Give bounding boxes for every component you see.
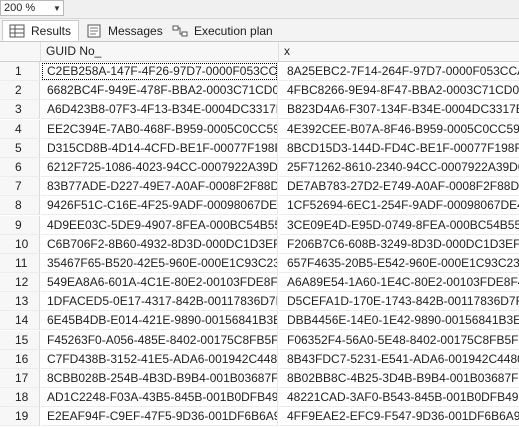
cell-guid[interactable]: A6D423B8-07F3-4F13-B34E-0004DC3317B7 <box>41 100 278 120</box>
cell-x[interactable]: 4E392CEE-B07A-8F46-B959-0005C0CC598D <box>279 120 519 139</box>
cell-x[interactable]: 8BCD15D3-144D-FD4C-BE1F-00077F198F0B <box>279 139 519 158</box>
row-number[interactable]: 17 <box>0 369 40 388</box>
table-row[interactable]: 1 C2EB258A-147F-4F26-97D7-0000F053CCA8 8A2… <box>0 62 519 81</box>
table-row[interactable]: 7 83B77ADE-D227-49E7-A0AF-0008F2F88DA1 DE7… <box>0 177 519 197</box>
cell-guid[interactable]: C7FD438B-3152-41E5-ADA6-001942C44803 <box>41 349 278 369</box>
row-number[interactable]: 19 <box>0 407 40 427</box>
table-row[interactable]: 18 AD1C2248-F03A-43B5-845B-001B0DFB4967 48… <box>0 388 519 408</box>
messages-icon <box>86 24 102 38</box>
row-number[interactable]: 12 <box>0 273 40 293</box>
cell-x[interactable]: F06352F4-56A0-5E48-8402-00175C8FB5FE <box>279 331 519 350</box>
row-number[interactable]: 1 <box>0 62 40 81</box>
results-grid: GUID No_ x 1 C2EB258A-147F-4F26-97D7-0000… <box>0 42 519 427</box>
row-number[interactable]: 5 <box>0 138 40 158</box>
table-row[interactable]: 5 D315CD8B-4D14-4CFD-BE1F-00077F198F0B 8BC… <box>0 138 519 158</box>
cell-x[interactable]: 48221CAD-3AF0-B543-845B-001B0DFB4967 <box>279 388 519 408</box>
execution-plan-icon <box>172 24 188 38</box>
column-header-guid[interactable]: GUID No_ <box>41 42 279 61</box>
table-row[interactable]: 9 4D9EE03C-5DE9-4907-8FEA-000BC54B555C 3CE… <box>0 215 519 235</box>
cell-x[interactable]: 3CE09E4D-E95D-0749-8FEA-000BC54B555C <box>279 216 519 235</box>
tab-results-label: Results <box>31 23 72 38</box>
table-row[interactable]: 3 A6D423B8-07F3-4F13-B34E-0004DC3317B7 B82… <box>0 100 519 120</box>
zoom-select[interactable]: 200 % ▼ <box>0 0 64 16</box>
grid-header: GUID No_ x <box>0 42 519 62</box>
results-grid-icon <box>9 24 25 38</box>
table-row[interactable]: 14 6E45B4DB-E014-421E-9890-00156841B3E3 DB… <box>0 311 519 331</box>
cell-x[interactable]: 657F4635-20B5-E542-960E-000E1C93C232 <box>279 254 519 273</box>
cell-x[interactable]: 25F71262-8610-2340-94CC-0007922A39D0 <box>279 158 519 177</box>
cell-x[interactable]: 8B43FDC7-5231-E541-ADA6-001942C44803 <box>279 350 519 369</box>
tab-messages[interactable]: Messages <box>80 20 166 41</box>
row-number[interactable]: 3 <box>0 100 40 120</box>
zoom-value: 200 % <box>4 2 36 14</box>
table-row[interactable]: 13 1DFACED5-0E17-4317-842B-00117836D7F8 D5… <box>0 292 519 312</box>
row-number[interactable]: 10 <box>0 234 40 254</box>
table-row[interactable]: 12 549EA8A6-601A-4C1E-80E2-00103FDE8F47 A6… <box>0 273 519 293</box>
cell-x[interactable]: DE7AB783-27D2-E749-A0AF-0008F2F88DA1 <box>279 177 519 197</box>
cell-guid[interactable]: 6212F725-1086-4023-94CC-0007922A39D0 <box>41 157 278 177</box>
row-number[interactable]: 13 <box>0 292 40 312</box>
row-number[interactable]: 11 <box>0 253 40 273</box>
cell-guid[interactable]: 83B77ADE-D227-49E7-A0AF-0008F2F88DA1 <box>41 177 278 197</box>
cell-guid[interactable]: 6E45B4DB-E014-421E-9890-00156841B3E3 <box>41 311 278 331</box>
cell-guid[interactable]: C2EB258A-147F-4F26-97D7-0000F053CCA8 <box>41 62 278 81</box>
table-row[interactable]: 8 9426F51C-C16E-4F25-9ADF-00098067DE45 1CF… <box>0 196 519 216</box>
row-number[interactable]: 9 <box>0 215 40 235</box>
cell-x[interactable]: 4FF9EAE2-EFC9-F547-9D36-001DF6B6A930 <box>279 407 519 427</box>
cell-x[interactable]: 8A25EBC2-7F14-264F-97D7-0000F053CCA8 <box>279 62 519 81</box>
row-number[interactable]: 8 <box>0 196 40 216</box>
table-row[interactable]: 19 E2EAF94F-C9EF-47F5-9D36-001DF6B6A930 4F… <box>0 407 519 427</box>
cell-guid[interactable]: C6B706F2-8B60-4932-8D3D-000DC1D3EF3E <box>41 234 278 254</box>
table-row[interactable]: 11 35467F65-B520-42E5-960E-000E1C93C232 65… <box>0 253 519 273</box>
cell-x[interactable]: A6A89E54-1A60-1E4C-80E2-00103FDE8F47 <box>279 273 519 293</box>
cell-x[interactable]: DBB4456E-14E0-1E42-9890-00156841B3E3 <box>279 311 519 331</box>
cell-guid[interactable]: D315CD8B-4D14-4CFD-BE1F-00077F198F0B <box>41 138 278 158</box>
table-row[interactable]: 16 C7FD438B-3152-41E5-ADA6-001942C44803 8B… <box>0 349 519 369</box>
tab-execution-plan-label: Execution plan <box>194 23 273 38</box>
row-number[interactable]: 15 <box>0 330 40 350</box>
table-row[interactable]: 4 EE2C394E-7AB0-468F-B959-0005C0CC598D 4E3… <box>0 119 519 139</box>
cell-guid[interactable]: 549EA8A6-601A-4C1E-80E2-00103FDE8F47 <box>41 273 278 293</box>
cell-x[interactable]: B823D4A6-F307-134F-B34E-0004DC3317B7 <box>279 100 519 120</box>
cell-x[interactable]: F206B7C6-608B-3249-8D3D-000DC1D3EF3E <box>279 235 519 254</box>
cell-guid[interactable]: 8CBB028B-254B-4B3D-B9B4-001B03687FB2 <box>41 369 278 388</box>
cell-guid[interactable]: 6682BC4F-949E-478F-BBA2-0003C71CD035 <box>41 81 278 101</box>
table-row[interactable]: 6 6212F725-1086-4023-94CC-0007922A39D0 25F… <box>0 157 519 177</box>
cell-guid[interactable]: EE2C394E-7AB0-468F-B959-0005C0CC598D <box>41 119 278 139</box>
cell-guid[interactable]: 35467F65-B520-42E5-960E-000E1C93C232 <box>41 253 278 273</box>
table-row[interactable]: 10 C6B706F2-8B60-4932-8D3D-000DC1D3EF3E F2… <box>0 234 519 254</box>
row-number[interactable]: 6 <box>0 157 40 177</box>
tab-messages-label: Messages <box>108 23 163 38</box>
cell-guid[interactable]: 1DFACED5-0E17-4317-842B-00117836D7F8 <box>41 292 278 312</box>
table-row[interactable]: 17 8CBB028B-254B-4B3D-B9B4-001B03687FB2 8B… <box>0 369 519 388</box>
column-header-x[interactable]: x <box>279 42 519 61</box>
zoom-toolbar: 200 % ▼ <box>0 0 519 19</box>
cell-x[interactable]: 4FBC8266-9E94-8F47-BBA2-0003C71CD035 <box>279 81 519 101</box>
row-number[interactable]: 4 <box>0 119 40 139</box>
grid-rows: 1 C2EB258A-147F-4F26-97D7-0000F053CCA8 8A2… <box>0 62 519 427</box>
cell-guid[interactable]: AD1C2248-F03A-43B5-845B-001B0DFB4967 <box>41 388 278 408</box>
table-row[interactable]: 2 6682BC4F-949E-478F-BBA2-0003C71CD035 4FB… <box>0 81 519 101</box>
row-number[interactable]: 2 <box>0 81 40 101</box>
row-number[interactable]: 18 <box>0 388 40 408</box>
cell-guid[interactable]: F45263F0-A056-485E-8402-00175C8FB5FE <box>41 330 278 350</box>
results-tabs: Results Messages Execution plan <box>0 19 519 42</box>
row-number[interactable]: 16 <box>0 349 40 369</box>
chevron-down-icon[interactable]: ▼ <box>51 4 63 13</box>
cell-guid[interactable]: E2EAF94F-C9EF-47F5-9D36-001DF6B6A930 <box>41 407 278 427</box>
tab-execution-plan[interactable]: Execution plan <box>166 20 276 41</box>
row-number[interactable]: 14 <box>0 311 40 331</box>
cell-guid[interactable]: 4D9EE03C-5DE9-4907-8FEA-000BC54B555C <box>41 215 278 235</box>
row-number[interactable]: 7 <box>0 177 40 197</box>
row-number-header[interactable] <box>0 42 41 61</box>
cell-x[interactable]: 8B02BB8C-4B25-3D4B-B9B4-001B03687FB2 <box>279 369 519 388</box>
cell-x[interactable]: 1CF52694-6EC1-254F-9ADF-00098067DE45 <box>279 196 519 216</box>
table-row[interactable]: 15 F45263F0-A056-485E-8402-00175C8FB5FE F0… <box>0 330 519 350</box>
cell-x[interactable]: D5CEFA1D-170E-1743-842B-00117836D7F8 <box>279 292 519 312</box>
cell-guid[interactable]: 9426F51C-C16E-4F25-9ADF-00098067DE45 <box>41 196 278 216</box>
tab-results[interactable]: Results <box>2 20 79 41</box>
